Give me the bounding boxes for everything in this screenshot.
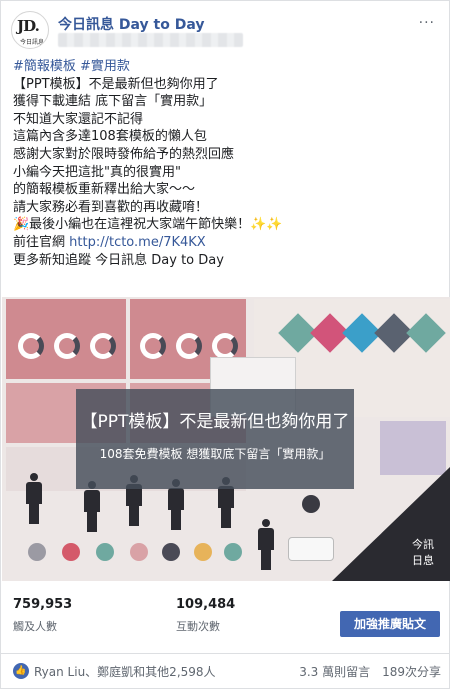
post-line: 【PPT模板】不是最新但也夠你用了 (13, 76, 219, 92)
image-overlay-banner: 【PPT模板】不是最新但也夠你用了 108套免費模板 想獲取底下留言「實用款」 (76, 389, 354, 489)
calendar-slide (380, 421, 446, 475)
avatar-logo-subtext: 今日訊息 (20, 39, 45, 46)
page-name-link[interactable]: 今日訊息 Day to Day (58, 14, 204, 34)
post-card: JD. 今日訊息 今日訊息 Day to Day ··· #簡報模板 #實用款 … (0, 0, 450, 689)
website-line: 前往官網 http://tcto.me/7K4KX (13, 234, 443, 252)
post-line: 感謝大家對於限時發佈給予的熱烈回應 (13, 146, 235, 162)
follow-line: 更多新知追蹤 今日訊息 Day to Day (13, 252, 224, 268)
post-line: 這篇內含多達108套模板的懶人包 (13, 129, 207, 145)
more-options-icon[interactable]: ··· (419, 15, 435, 31)
insights-bar: 759,953 觸及人數 109,484 互動次數 加強推廣貼文 (1, 597, 450, 645)
comments-count[interactable]: 3.3 萬則留言 (299, 665, 370, 679)
post-line: 🎉最後小編也在這裡祝大家端午節快樂！✨✨ (13, 217, 283, 233)
post-line: 小編今天把這批"真的很實用" (13, 164, 181, 180)
reach-stat[interactable]: 759,953 觸及人數 (13, 597, 72, 634)
boost-post-button[interactable]: 加強推廣貼文 (340, 611, 440, 637)
house-icon (62, 543, 80, 561)
engagement-stat[interactable]: 109,484 互動次數 (176, 597, 235, 634)
reactions-footer: 👍 Ryan Liu、鄭庭凱和其他2,598人 3.3 萬則留言 189次分享 (1, 653, 450, 689)
watermark-top: 今訊 (412, 538, 434, 551)
diamond-shape (406, 313, 446, 353)
post-meta-blurred (58, 33, 243, 47)
post-line: 的簡報模板重新釋出給大家～～ (13, 182, 196, 198)
chart-icon (130, 543, 148, 561)
engagement-value: 109,484 (176, 597, 236, 612)
avatar-logo-text: JD. (17, 17, 40, 35)
shares-count[interactable]: 189次分享 (382, 665, 441, 679)
website-prefix: 前往官網 (13, 234, 70, 250)
slide-thumbnail (6, 299, 126, 379)
post-line: 請大家務必看到喜歡的再收藏唷！ (13, 199, 209, 215)
reach-label: 觸及人數 (13, 620, 57, 633)
page-avatar[interactable]: JD. 今日訊息 (11, 11, 49, 49)
smartphone-icon (288, 537, 334, 561)
watermark-bottom: 日息 (412, 554, 434, 567)
overlay-subtitle: 108套免費模板 想獲取底下留言「實用款」 (99, 447, 331, 461)
watermark-logo: 今訊 日息 (406, 537, 440, 569)
gear-head-icon (28, 543, 46, 561)
engagement-label: 互動次數 (176, 620, 220, 633)
laptop-icon (224, 543, 242, 561)
donut-chart-icon (18, 333, 44, 359)
post-line: 獲得下載連結 底下留言「實用款」 (13, 94, 213, 110)
donut-chart-icon (176, 333, 202, 359)
post-header: JD. 今日訊息 今日訊息 Day to Day ··· (11, 11, 441, 51)
overlay-title: 【PPT模板】不是最新但也夠你用了 (80, 412, 350, 432)
reactors-text[interactable]: Ryan Liu、鄭庭凱和其他2,598人 (34, 663, 216, 680)
post-image[interactable]: 【PPT模板】不是最新但也夠你用了 108套免費模板 想獲取底下留言「實用款」 … (2, 297, 450, 581)
clock-icon (302, 495, 320, 513)
website-link[interactable]: http://tcto.me/7K4KX (69, 235, 206, 250)
thumbs-up-icon (194, 543, 212, 561)
hashtags[interactable]: #簡報模板 #實用款 (13, 58, 443, 76)
post-line: 不知道大家還記不記得 (13, 111, 144, 127)
chat-icon (96, 543, 114, 561)
donut-chart-icon (90, 333, 116, 359)
post-message: #簡報模板 #實用款 【PPT模板】不是最新但也夠你用了 獲得下載連結 底下留言… (13, 58, 443, 269)
donut-chart-icon (54, 333, 80, 359)
reach-value: 759,953 (13, 597, 73, 612)
donut-chart-icon (212, 333, 238, 359)
like-thumb-icon[interactable]: 👍 (13, 663, 29, 679)
monitor-icon (162, 543, 180, 561)
engagement-counts: 3.3 萬則留言 189次分享 (299, 663, 441, 680)
donut-chart-icon (140, 333, 166, 359)
